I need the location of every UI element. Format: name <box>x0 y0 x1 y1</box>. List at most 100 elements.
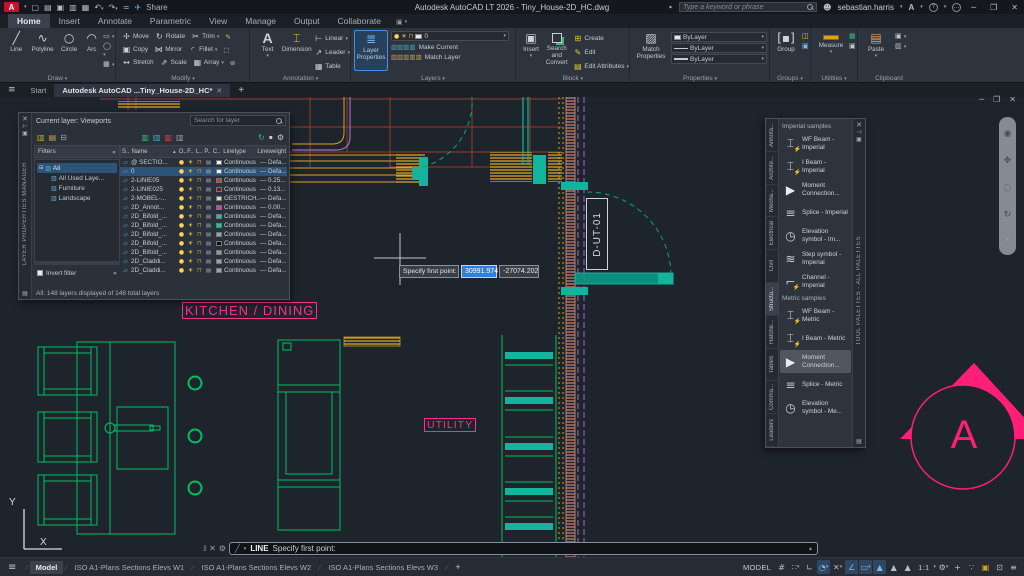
modify-panel-label[interactable]: Modify ▾ <box>117 75 249 82</box>
tab-parametric[interactable]: Parametric <box>141 14 200 28</box>
tp-groups[interactable]: Imperial samples ⌶ WF Beam - Imperial ⌶ … <box>779 119 852 447</box>
layer-lock-icon[interactable]: ⊓ <box>195 240 204 247</box>
layer-lineweight[interactable]: — Defa... <box>260 195 287 202</box>
layer-linetype[interactable]: Continuous <box>224 159 260 166</box>
pan-icon[interactable]: ✥ <box>1004 156 1012 166</box>
lpm-autohide-icon[interactable]: ⊢ <box>22 123 27 130</box>
workspace-switching-icon[interactable]: ⚙ ▾ <box>937 560 950 574</box>
dynamic-input-x[interactable]: 30991.974 <box>461 265 498 278</box>
annotation-visibility-icon[interactable]: ▲ <box>873 560 887 574</box>
cut-clip-icon[interactable]: ▥ ▾ <box>895 42 906 50</box>
layer-plot-icon[interactable]: ▤ <box>204 250 213 256</box>
layer-color-cell[interactable] <box>213 258 224 265</box>
dimension-button[interactable]: ⌶ Dimension <box>281 30 312 53</box>
close-button[interactable]: ✕ <box>1007 3 1022 12</box>
layer-lock-icon[interactable]: ⊓ <box>195 213 204 220</box>
layer-color-cell[interactable] <box>213 267 224 274</box>
palette-tool-item[interactable]: ⌶ WF Beam - Imperial <box>780 132 851 155</box>
palette-tool-item[interactable]: ≡ Splice - Imperial <box>780 201 851 224</box>
door-swing-arc-top[interactable] <box>422 97 473 168</box>
layer-freeze-icon[interactable]: ☀ <box>186 249 195 256</box>
layer-tool-icons[interactable]: ▥▥▥▥ <box>391 43 416 51</box>
utility-cabinet[interactable] <box>277 339 341 531</box>
tab-output[interactable]: Output <box>285 14 329 28</box>
layer-table-header[interactable]: S.. Name ▴ O.. F.. L.. P.. C.. Linetype L… <box>120 145 287 158</box>
command-history-icon[interactable]: ▴ <box>809 545 812 552</box>
annotation-monitor-icon[interactable]: + <box>951 560 964 574</box>
model-space-toggle[interactable]: MODEL <box>740 563 774 572</box>
command-customize-icon[interactable]: ⚙ <box>219 544 226 553</box>
help-icon[interactable]: ? <box>928 2 938 12</box>
ungroup-icon[interactable]: ◫ <box>802 32 809 40</box>
palette-tool-item[interactable]: ▶ Moment Connection... <box>780 178 851 201</box>
lpm-bottom-icon[interactable]: ▤ <box>22 290 28 297</box>
new-drawing-tab-button[interactable]: + <box>230 85 252 97</box>
layer-freeze-icon[interactable]: ☀ <box>186 231 195 238</box>
layer-color-swatch[interactable] <box>215 222 222 228</box>
layer-row[interactable]: ▱ 2D_Bifold_... ● ☀ ⊓ ▤ Continuous — Def… <box>120 212 287 221</box>
tp-bottom-icon[interactable]: ▤ <box>856 438 862 445</box>
layer-plot-icon[interactable]: ▤ <box>204 241 213 247</box>
layer-plot-icon[interactable]: ▤ <box>204 259 213 265</box>
filter-furniture[interactable]: ▥ Furniture <box>37 183 117 193</box>
layer-on-icon[interactable]: ● <box>177 213 186 220</box>
layer-plot-icon[interactable]: ▤ <box>204 223 213 229</box>
counter-hatch[interactable] <box>343 336 401 347</box>
layer-lock-icon[interactable]: ⊓ <box>195 267 204 274</box>
tab-manage[interactable]: Manage <box>236 14 285 28</box>
layer-lineweight[interactable]: — Defa... <box>260 258 287 265</box>
offset-icon[interactable]: ⊜ <box>230 56 235 69</box>
wall-right-top[interactable] <box>490 152 562 184</box>
layer-linetype[interactable]: Continuous <box>224 186 260 193</box>
layer-color-cell[interactable] <box>213 168 224 175</box>
file-tab-menu-icon[interactable]: ≡ <box>0 85 23 97</box>
tab-insert[interactable]: Insert <box>50 14 89 28</box>
table-button[interactable]: ▦ Table <box>314 60 350 73</box>
layer-color-cell[interactable] <box>213 177 224 184</box>
app-menu-button[interactable]: A <box>4 2 19 12</box>
save-as-icon[interactable]: ▥ <box>69 3 77 12</box>
layer-name[interactable]: @ SECTIO... <box>131 159 177 166</box>
service-lines[interactable] <box>292 97 351 151</box>
layer-lock-icon[interactable]: ⊓ <box>195 204 204 211</box>
palette-tool-item[interactable]: ⌶ WF Beam - Metric <box>780 304 851 327</box>
layer-linetype[interactable]: Continuous <box>224 267 260 274</box>
layer-on-icon[interactable]: ● <box>177 204 186 211</box>
layer-freeze-icon[interactable]: ☀ <box>186 177 195 184</box>
layer-on-icon[interactable]: ● <box>177 186 186 193</box>
layer-color-swatch[interactable] <box>215 177 222 183</box>
layout-menu-icon[interactable]: ≡ <box>0 562 24 573</box>
polar-tracking-icon[interactable]: ◔ ▾ <box>817 560 831 574</box>
tp-properties-icon[interactable]: ▣ <box>856 136 862 143</box>
lpm-close-icon[interactable]: ✕ <box>22 115 28 123</box>
snap-mode-icon[interactable]: ∷ ▾ <box>789 560 802 574</box>
array-button[interactable]: ▦ Array ▾ <box>193 56 224 69</box>
palette-tab[interactable]: Civil <box>766 250 778 283</box>
layer-name[interactable]: 2D_Claddi... <box>131 258 177 265</box>
layer-lock-icon[interactable]: ⊓ <box>195 258 204 265</box>
layer-freeze-icon[interactable]: ☀ <box>186 159 195 166</box>
user-avatar-icon[interactable]: ☻ <box>823 3 831 12</box>
share-button[interactable]: Share <box>146 3 167 12</box>
layer-color-cell[interactable] <box>213 222 224 229</box>
layer-color-cell[interactable] <box>213 186 224 193</box>
redo-icon[interactable]: ↷▾ <box>109 3 118 12</box>
rectangle-icon[interactable]: ▭ ▾ <box>103 32 115 40</box>
layer-color-cell[interactable] <box>213 204 224 211</box>
layer-on-icon[interactable]: ● <box>177 240 186 247</box>
layer-on-icon[interactable]: ● <box>177 222 186 229</box>
group-edit-icon[interactable]: ▣ <box>802 42 809 50</box>
scale-button[interactable]: ⇗ Scale <box>160 56 187 69</box>
layer-on-icon[interactable]: ● <box>177 159 186 166</box>
layer-color-cell[interactable] <box>213 195 224 202</box>
palette-tool-item[interactable]: ◷ Elevation symbol - Me... <box>780 396 851 419</box>
layer-lock-icon[interactable]: ⊓ <box>195 231 204 238</box>
palette-tool-item[interactable]: ◷ Elevation symbol - Im... <box>780 224 851 247</box>
layer-name[interactable]: 0 <box>131 168 177 175</box>
undo-icon[interactable]: ↶▾ <box>94 3 103 12</box>
tab-view[interactable]: View <box>200 14 236 28</box>
layer-linetype[interactable]: Continuous <box>224 222 260 229</box>
paste-button[interactable]: ▤ Paste ▾ <box>862 30 890 59</box>
command-grip-icon[interactable]: ⁞⁞ <box>203 544 207 553</box>
autoscale-icon[interactable]: ▲ <box>887 560 900 574</box>
